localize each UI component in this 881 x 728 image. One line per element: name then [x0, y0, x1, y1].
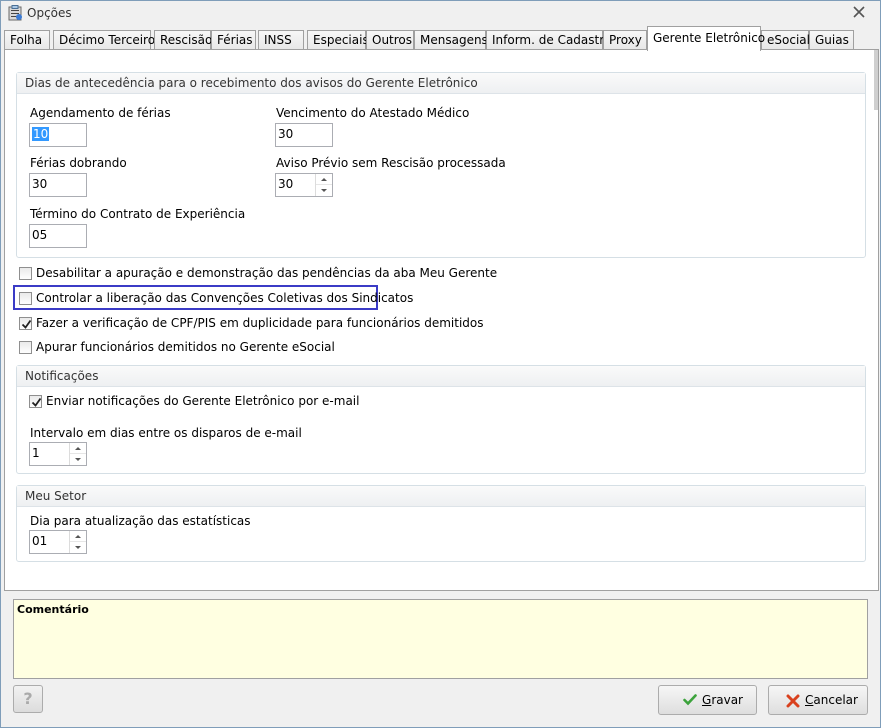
clipboard-icon — [8, 5, 22, 21]
vacation-schedule-label: Agendamento de férias — [30, 106, 171, 120]
checkmark-icon — [21, 319, 32, 329]
spin-down-icon[interactable] — [70, 542, 86, 553]
email-interval-label: Intervalo em dias entre os disparos de e… — [30, 426, 302, 440]
prior-notice-label: Aviso Prévio sem Rescisão processada — [276, 156, 506, 170]
checkbox-checked[interactable] — [19, 317, 32, 330]
checkbox-unchecked[interactable] — [19, 267, 32, 280]
my-sector-group: Meu Setor Dia para atualização das estat… — [16, 485, 866, 562]
tab-inss[interactable]: INSS — [258, 30, 304, 51]
option-dismissed-esocial[interactable]: Apurar funcionários demitidos no Gerente… — [19, 339, 335, 357]
option-verify-cpf-pis[interactable]: Fazer a verificação de CPF/PIS em duplic… — [19, 315, 484, 333]
window-title: Opções — [27, 6, 72, 20]
prior-notice-value: 30 — [278, 177, 294, 191]
option-email-notifications[interactable]: Enviar notificações do Gerente Eletrônic… — [29, 393, 359, 411]
option-disable-pendencies[interactable]: Desabilitar a apuração e demonstração da… — [19, 265, 497, 283]
email-interval-spin — [69, 443, 86, 465]
advance-days-group-title: Dias de antecedência para o recebimento … — [17, 73, 865, 94]
tab-rescisao[interactable]: Rescisão — [154, 30, 212, 51]
checkbox-checked[interactable] — [29, 395, 42, 408]
stats-day-value: 01 — [32, 534, 48, 548]
option-control-conventions[interactable]: Controlar a liberação das Convenções Col… — [19, 290, 413, 308]
stats-day-label: Dia para atualização das estatísticas — [30, 514, 251, 528]
title-bar: Opções — [1, 1, 880, 25]
tab-mensagens[interactable]: Mensagens — [414, 30, 488, 51]
email-interval-value: 1 — [32, 446, 40, 460]
tab-especiais[interactable]: Especiais — [307, 30, 369, 51]
tab-esocial[interactable]: eSocial — [761, 30, 810, 51]
tab-ferias[interactable]: Férias — [211, 30, 256, 51]
stats-day-stepper[interactable]: 01 — [29, 530, 87, 554]
prior-notice-stepper[interactable]: 30 — [275, 173, 333, 197]
comment-area[interactable]: Comentário — [13, 599, 868, 679]
tab-folha[interactable]: Folha — [4, 30, 50, 51]
prior-notice-spin — [315, 174, 332, 196]
double-vacation-label: Férias dobrando — [30, 156, 127, 170]
vacation-schedule-input[interactable]: 10 — [29, 123, 87, 147]
tab-guias[interactable]: Guias — [809, 30, 854, 51]
tab-decimo-terceiro[interactable]: Décimo Terceiro — [53, 30, 155, 51]
checkbox-unchecked[interactable] — [19, 292, 32, 305]
comment-label: Comentário — [17, 603, 89, 616]
email-interval-stepper[interactable]: 1 — [29, 442, 87, 466]
my-sector-group-title: Meu Setor — [17, 486, 865, 507]
notifications-group-title: Notificações — [17, 366, 865, 387]
contract-end-input[interactable]: 05 — [29, 224, 87, 248]
tab-page-gerente-eletronico: Dias de antecedência para o recebimento … — [4, 49, 879, 591]
spin-up-icon[interactable] — [70, 531, 86, 542]
double-vacation-input[interactable]: 30 — [29, 173, 87, 197]
checkbox-unchecked[interactable] — [19, 341, 32, 354]
tab-gerente-eletronico[interactable]: Gerente Eletrônico — [647, 26, 765, 51]
help-icon: ? — [23, 689, 33, 708]
notifications-group: Notificações Enviar notificações do Gere… — [16, 365, 866, 474]
options-window: Opções Folha Décimo Terceiro Rescisão Fé… — [0, 0, 881, 728]
spin-down-icon[interactable] — [70, 454, 86, 465]
tab-inform-cadastro[interactable]: Inform. de Cadastro — [486, 30, 611, 51]
cancel-button[interactable]: Cancelar — [768, 685, 868, 715]
checkmark-icon — [31, 397, 42, 407]
scrollbar[interactable] — [874, 50, 878, 110]
contract-end-label: Término do Contrato de Experiência — [30, 207, 246, 221]
spin-up-icon[interactable] — [316, 174, 332, 185]
spin-down-icon[interactable] — [316, 185, 332, 196]
close-icon — [786, 694, 800, 708]
save-button[interactable]: Gravar — [658, 685, 757, 715]
tab-proxy[interactable]: Proxy — [603, 30, 647, 51]
tab-outros[interactable]: Outros — [366, 30, 414, 51]
checkmark-icon — [683, 694, 697, 706]
tab-strip: Folha Décimo Terceiro Rescisão Férias IN… — [4, 26, 880, 51]
medical-certificate-label: Vencimento do Atestado Médico — [276, 106, 470, 120]
stats-day-spin — [69, 531, 86, 553]
spin-up-icon[interactable] — [70, 443, 86, 454]
medical-certificate-input[interactable]: 30 — [275, 123, 333, 147]
advance-days-group: Dias de antecedência para o recebimento … — [16, 72, 866, 258]
close-icon[interactable] — [852, 5, 866, 19]
help-button[interactable]: ? — [13, 685, 43, 713]
